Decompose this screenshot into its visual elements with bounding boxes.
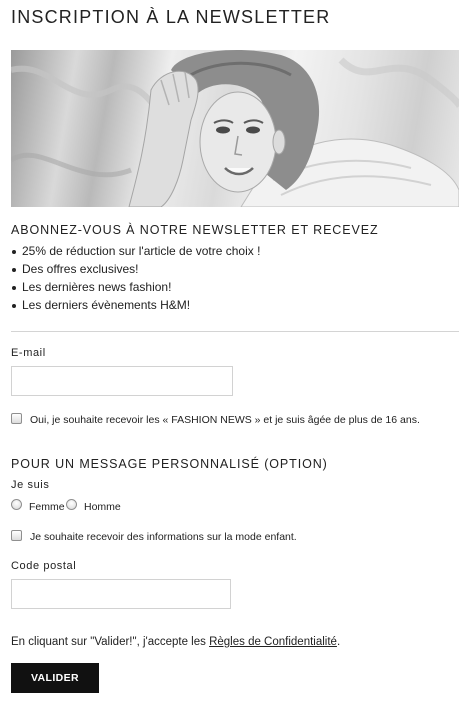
kids-fashion-label: Je souhaite recevoir des informations su… [30,531,297,543]
privacy-suffix: . [336,636,341,648]
radio-femme-label: Femme [29,501,65,513]
benefit-item: Les derniers évènements H&M! [11,296,260,314]
benefit-item: 25% de réduction sur l'article de votre … [11,242,260,260]
email-label: E-mail [11,347,46,359]
benefit-item: Des offres exclusives! [11,260,260,278]
gender-label: Je suis [11,479,50,491]
benefits-heading: ABONNEZ-VOUS À NOTRE NEWSLETTER ET RECEV… [11,223,379,237]
postal-code-input[interactable] [11,579,231,609]
benefit-item: Les dernières news fashion! [11,278,260,296]
fashion-news-checkbox[interactable] [11,413,22,424]
hero-photo-illustration [11,50,459,207]
benefits-list: 25% de réduction sur l'article de votre … [11,242,260,314]
radio-homme-label: Homme [84,501,121,513]
hero-image [11,50,459,207]
submit-button[interactable]: VALIDER [11,663,99,693]
kids-fashion-checkbox[interactable] [11,530,22,541]
fashion-news-label: Oui, je souhaite recevoir les « FASHION … [30,414,420,426]
section-divider [11,331,459,332]
postal-code-label: Code postal [11,560,77,572]
email-input[interactable] [11,366,233,396]
personalized-heading: POUR UN MESSAGE PERSONNALISÉ (OPTION) [11,457,328,471]
privacy-notice: En cliquant sur "Valider!", j'accepte le… [11,636,340,648]
privacy-prefix: En cliquant sur "Valider!", j'accepte le… [11,636,210,648]
page-title: INSCRIPTION À LA NEWSLETTER [11,7,331,27]
radio-homme[interactable] [66,499,77,510]
radio-femme[interactable] [11,499,22,510]
privacy-policy-link[interactable]: Règles de Confidentialité [209,636,337,648]
